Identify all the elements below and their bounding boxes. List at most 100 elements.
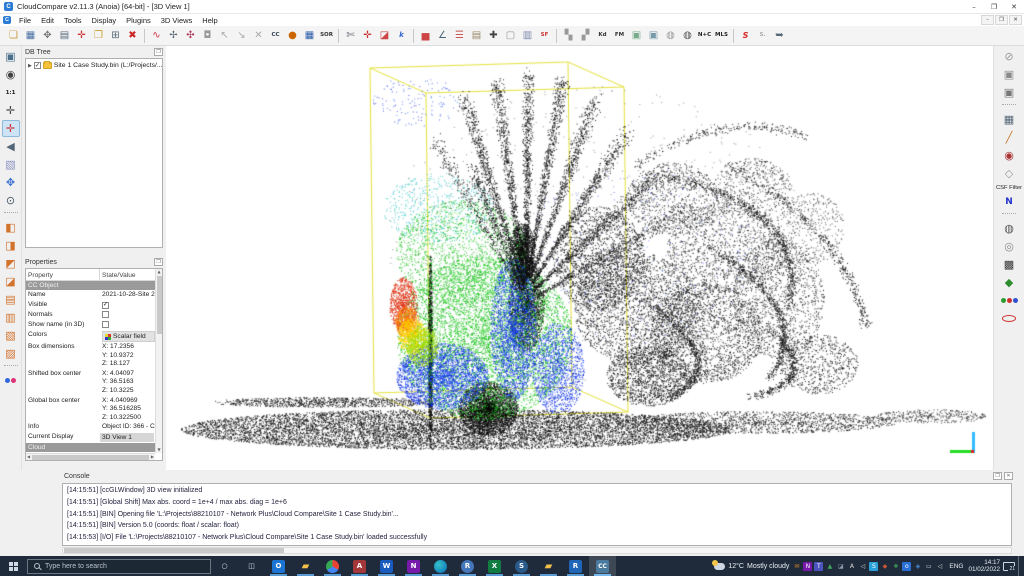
view-front-icon[interactable]: ◧: [2, 219, 20, 236]
mdi-close-button[interactable]: ✕: [1009, 15, 1022, 25]
zoom-tool-icon[interactable]: ⊙: [2, 192, 20, 209]
scale-icon[interactable]: ↘: [234, 28, 250, 44]
taskbar-app-chrome[interactable]: [319, 556, 346, 576]
taskbar-app-excel[interactable]: X: [481, 556, 508, 576]
sphere-light-icon[interactable]: ◍: [663, 28, 679, 44]
normals-compute-icon[interactable]: N+C: [697, 28, 713, 44]
menu-plugins[interactable]: Plugins: [121, 14, 156, 26]
no-entry-icon[interactable]: ⊘: [1000, 48, 1018, 65]
global-shift-icon[interactable]: ✥: [40, 28, 56, 44]
tray-drive-icon[interactable]: ▲: [825, 562, 834, 571]
console-hscroll-thumb[interactable]: [64, 548, 284, 553]
exit-tool-icon[interactable]: ➥: [772, 28, 788, 44]
taskbar-app-task-view[interactable]: ◫: [238, 556, 265, 576]
curvature-icon[interactable]: ∠: [435, 28, 451, 44]
apply-transformation-icon[interactable]: ✛: [74, 28, 90, 44]
tray-security-icon[interactable]: ◆: [880, 562, 889, 571]
display-settings-icon[interactable]: ▣: [2, 48, 20, 65]
canupo-create-icon[interactable]: ▚: [561, 28, 577, 44]
point-label-icon[interactable]: k: [394, 28, 410, 44]
tray-photos-icon[interactable]: ◪: [836, 562, 845, 571]
tray-autodesk-icon[interactable]: A: [847, 562, 856, 571]
properties-float-button[interactable]: ❐: [154, 258, 163, 266]
weather-widget[interactable]: 12°C Mostly cloudy: [714, 563, 789, 570]
pan-mode-icon[interactable]: ✥: [2, 174, 20, 191]
tray-volume-icon[interactable]: ◁: [935, 562, 944, 571]
facets-fm-icon[interactable]: FM: [612, 28, 628, 44]
taskbar-app-edge[interactable]: [427, 556, 454, 576]
language-indicator[interactable]: ENG: [947, 563, 965, 570]
menu-tools[interactable]: Tools: [59, 14, 87, 26]
tray-teams-icon[interactable]: T: [814, 562, 823, 571]
menu-display[interactable]: Display: [87, 14, 122, 26]
noise-filter-icon[interactable]: ▦: [302, 28, 318, 44]
s-tool-icon[interactable]: S: [738, 28, 754, 44]
view-right-icon[interactable]: ◪: [2, 273, 20, 290]
gamepad-icon[interactable]: ◎: [1000, 238, 1018, 255]
set-pivot-icon[interactable]: ✛: [2, 102, 20, 119]
checkbox-show-name-in-3d[interactable]: [102, 321, 109, 328]
taskbar-app-cloudcompare[interactable]: CC: [589, 556, 616, 576]
menu-3d-views[interactable]: 3D Views: [156, 14, 198, 26]
tray-defender-icon[interactable]: ◈: [913, 562, 922, 571]
sf-tools-icon[interactable]: ▥: [520, 28, 536, 44]
view-left-icon[interactable]: ◩: [2, 255, 20, 272]
vscroll-thumb[interactable]: [157, 276, 162, 334]
show-desktop-button[interactable]: [1018, 556, 1021, 576]
delete-icon[interactable]: ✖: [125, 28, 141, 44]
render-film-icon[interactable]: ▣: [1000, 84, 1018, 101]
compass-icon[interactable]: ◉: [1000, 147, 1018, 164]
broom-icon[interactable]: ╱: [1000, 129, 1018, 146]
view-top-icon[interactable]: ▤: [2, 291, 20, 308]
image-b-icon[interactable]: ▣: [646, 28, 662, 44]
point-list-picking-icon[interactable]: ✣: [183, 28, 199, 44]
sphere-dark-icon[interactable]: ◍: [680, 28, 696, 44]
console-hscrollbar[interactable]: [62, 547, 1012, 554]
scissors-segment-icon[interactable]: ✄: [343, 28, 359, 44]
tree-item-site1[interactable]: ▶ ✓ Site 1 Case Study.bin (L:/Projects/.…: [26, 59, 162, 72]
taskbar-clock[interactable]: 14:17 01/02/2022: [968, 559, 1000, 574]
trace-polyline-icon[interactable]: ∿: [149, 28, 165, 44]
taskbar-app-onenote[interactable]: N: [400, 556, 427, 576]
s-dot-tool-icon[interactable]: S.: [755, 28, 771, 44]
view-iso-1-icon[interactable]: ▧: [2, 327, 20, 344]
taskbar-app-access[interactable]: A: [346, 556, 373, 576]
scalar-field-button[interactable]: Scalar field: [102, 331, 155, 342]
close-button[interactable]: ✕: [1004, 0, 1024, 13]
sensor-icon[interactable]: ◘: [200, 28, 216, 44]
bubble-view-icon[interactable]: ▧: [2, 156, 20, 173]
m3c2-icon[interactable]: ▩: [1000, 256, 1018, 273]
north-arrow-icon[interactable]: N: [1000, 193, 1018, 210]
fit-tools-icon[interactable]: ☰: [452, 28, 468, 44]
start-button[interactable]: [0, 556, 26, 576]
classify-colors-icon[interactable]: [1000, 292, 1018, 309]
console-close-button[interactable]: ✕: [1004, 472, 1013, 480]
taskbar-app-rstudio[interactable]: R: [454, 556, 481, 576]
point-picking-icon[interactable]: ✢: [166, 28, 182, 44]
properties-toggle-icon[interactable]: ▤: [57, 28, 73, 44]
bounding-box-tool-icon[interactable]: ▢: [503, 28, 519, 44]
camera-settings-icon[interactable]: ◉: [2, 66, 20, 83]
taskbar-app-sophos[interactable]: S: [508, 556, 535, 576]
translate-rotate-icon[interactable]: ↖: [217, 28, 233, 44]
db-tree-float-button[interactable]: ❐: [154, 48, 163, 56]
stack-tools-icon[interactable]: ▤: [469, 28, 485, 44]
taskbar-app-file-explorer-2[interactable]: ▰: [535, 556, 562, 576]
action-center-icon[interactable]: 21: [1003, 562, 1015, 571]
tray-onenote-icon[interactable]: N: [803, 562, 812, 571]
checkbox-visible[interactable]: ✓: [102, 302, 109, 309]
restore-button[interactable]: ❐: [984, 0, 1004, 13]
tray-speaker-icon[interactable]: ◁: [858, 562, 867, 571]
tray-display-icon[interactable]: ▭: [924, 562, 933, 571]
plugin-sphere-icon[interactable]: ◍: [1000, 220, 1018, 237]
save-icon[interactable]: ▦: [23, 28, 39, 44]
properties-vscrollbar[interactable]: ▲ ▼: [155, 269, 162, 453]
merge-icon[interactable]: ⊞: [108, 28, 124, 44]
subsample-icon[interactable]: ●: [285, 28, 301, 44]
clipping-box-icon[interactable]: ◪: [377, 28, 393, 44]
taskbar-app-word[interactable]: W: [373, 556, 400, 576]
cloud-cloud-distance-icon[interactable]: CC: [268, 28, 284, 44]
taskbar-app-outlook[interactable]: O: [265, 556, 292, 576]
3d-viewport[interactable]: [166, 46, 993, 470]
menu-help[interactable]: Help: [197, 14, 222, 26]
